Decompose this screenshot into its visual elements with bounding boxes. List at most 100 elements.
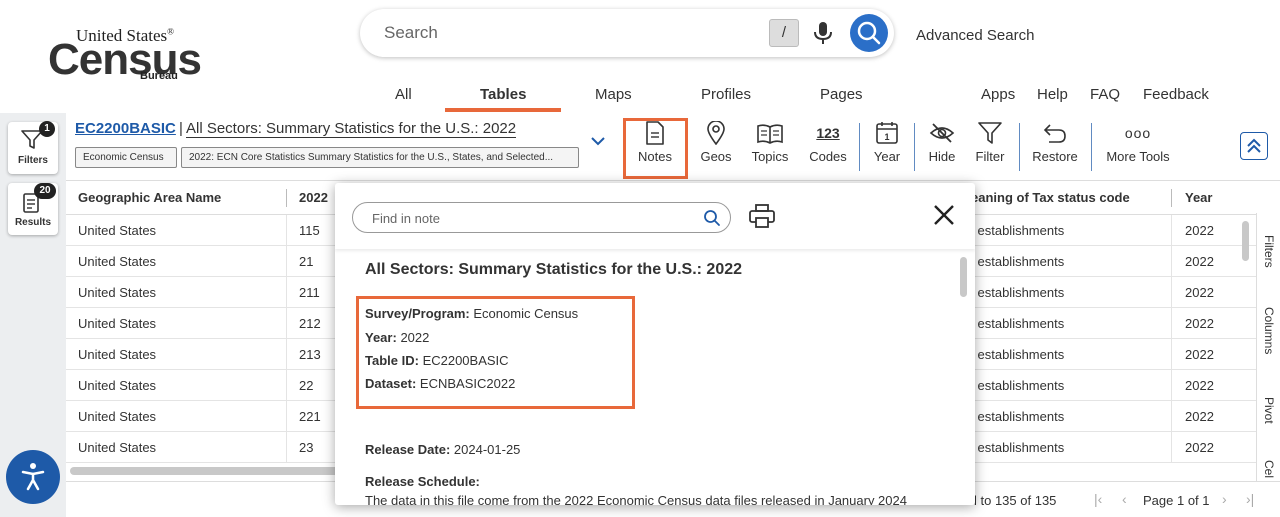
- side-tab-filters[interactable]: Filters: [1262, 235, 1276, 268]
- search-icon[interactable]: [703, 209, 721, 227]
- search-input[interactable]: [384, 21, 754, 45]
- column-resize-handle[interactable]: [1171, 189, 1172, 207]
- codes-tool-button[interactable]: 123 Codes: [806, 121, 850, 173]
- table-cell: l establishments: [971, 347, 1065, 362]
- next-page-icon[interactable]: ›: [1222, 491, 1227, 507]
- column-header-tax-status[interactable]: eaning of Tax status code: [971, 181, 1166, 215]
- note-title: All Sectors: Summary Statistics for the …: [365, 261, 743, 278]
- microphone-icon[interactable]: [812, 21, 834, 45]
- map-pin-icon: [707, 121, 725, 145]
- side-tab-pivot[interactable]: Pivot: [1262, 397, 1276, 424]
- print-icon[interactable]: [749, 204, 775, 228]
- column-divider: [1171, 432, 1172, 463]
- table-cell: United States: [78, 440, 157, 455]
- table-cell: l establishments: [971, 378, 1065, 393]
- horizontal-scrollbar[interactable]: [70, 467, 340, 475]
- nav-faq[interactable]: FAQ: [1090, 86, 1120, 103]
- table-cell: l establishments: [971, 285, 1065, 300]
- advanced-search-link[interactable]: Advanced Search: [916, 27, 1034, 44]
- chevron-double-up-icon: [1247, 138, 1261, 153]
- filters-rail-button[interactable]: 1 Filters: [8, 121, 58, 174]
- more-tools-button[interactable]: ooo More Tools: [1102, 121, 1174, 173]
- nav-maps[interactable]: Maps: [595, 86, 632, 103]
- nav-all[interactable]: All: [395, 86, 412, 103]
- close-icon[interactable]: [933, 204, 955, 226]
- note-release-schedule-label: Release Schedule:: [365, 474, 480, 489]
- site-header: United States® Census Bureau / Advanced …: [0, 0, 1280, 113]
- row-range-text: l to 135 of 135: [974, 493, 1057, 508]
- notes-dialog-header: [335, 183, 975, 249]
- filters-rail-label: Filters: [17, 155, 48, 166]
- dataset-chip[interactable]: 2022: ECN Core Statistics Summary Statis…: [181, 147, 579, 168]
- topics-tool-button[interactable]: Topics: [748, 121, 792, 173]
- nav-tables[interactable]: Tables: [480, 86, 526, 103]
- program-chip[interactable]: Economic Census: [75, 147, 177, 168]
- search-icon: [857, 21, 881, 45]
- calendar-icon: 1: [876, 122, 898, 144]
- first-page-icon[interactable]: |‹: [1094, 491, 1102, 507]
- filters-count-badge: 1: [39, 121, 55, 137]
- page-indicator: Page 1 of 1: [1143, 493, 1210, 508]
- codes-icon: 123: [816, 125, 840, 141]
- column-header-year[interactable]: Year: [1185, 181, 1235, 215]
- geos-tool-button[interactable]: Geos: [694, 121, 738, 173]
- table-cell: United States: [78, 285, 157, 300]
- restore-tool-button[interactable]: Restore: [1028, 121, 1082, 173]
- nav-help[interactable]: Help: [1037, 86, 1068, 103]
- topics-tool-label: Topics: [751, 149, 789, 164]
- column-divider: [1171, 277, 1172, 308]
- table-cell: United States: [78, 254, 157, 269]
- results-rail-button[interactable]: 20 Results: [8, 183, 58, 235]
- column-divider: [1171, 246, 1172, 277]
- active-tab-underline: [445, 108, 561, 112]
- column-divider: [1171, 401, 1172, 432]
- notes-highlight-box: [623, 118, 688, 179]
- search-button[interactable]: [850, 14, 888, 52]
- notes-dialog: All Sectors: Summary Statistics for the …: [335, 183, 975, 505]
- find-in-note-input[interactable]: [372, 209, 692, 227]
- table-cell: 2022: [1185, 409, 1214, 424]
- column-header-2022[interactable]: 2022: [299, 181, 339, 215]
- nav-pages[interactable]: Pages: [820, 86, 863, 103]
- vertical-scrollbar[interactable]: [1242, 221, 1249, 261]
- logo-line-3: Bureau: [140, 70, 178, 82]
- table-cell: 2022: [1185, 347, 1214, 362]
- prev-page-icon[interactable]: ‹: [1122, 491, 1127, 507]
- column-divider: [286, 339, 287, 370]
- side-tab-columns[interactable]: Columns: [1262, 307, 1276, 354]
- filter-tool-button[interactable]: Filter: [970, 121, 1010, 173]
- nav-apps[interactable]: Apps: [981, 86, 1015, 103]
- column-divider: [286, 215, 287, 246]
- table-id-link[interactable]: EC2200BASIC: [75, 120, 176, 137]
- last-page-icon[interactable]: ›|: [1246, 491, 1254, 507]
- nav-profiles[interactable]: Profiles: [701, 86, 751, 103]
- results-count-badge: 20: [34, 183, 56, 199]
- side-tab-cell[interactable]: Cel: [1262, 460, 1276, 478]
- eye-slash-icon: [929, 123, 955, 143]
- column-header-geo[interactable]: Geographic Area Name: [78, 190, 221, 205]
- restore-tool-label: Restore: [1032, 149, 1078, 164]
- filter-tool-label: Filter: [975, 149, 1005, 164]
- table-cell: 2022: [1185, 440, 1214, 455]
- notes-scrollbar[interactable]: [960, 257, 967, 297]
- collapse-toolbar-button[interactable]: [1240, 132, 1268, 160]
- column-resize-handle[interactable]: [286, 189, 287, 207]
- table-cell: 2022: [1185, 254, 1214, 269]
- nav-feedback[interactable]: Feedback: [1143, 86, 1209, 103]
- accessibility-button[interactable]: [6, 450, 60, 504]
- census-logo[interactable]: United States® Census Bureau: [48, 26, 202, 86]
- year-tool-button[interactable]: 1 Year: [868, 121, 906, 173]
- book-icon: [757, 124, 783, 144]
- chevron-down-icon[interactable]: [590, 135, 606, 147]
- geos-tool-label: Geos: [700, 149, 732, 164]
- side-panel-tabs: Filters Columns Pivot Cel: [1256, 213, 1280, 481]
- undo-icon: [1043, 124, 1066, 143]
- table-cell: 2022: [1185, 285, 1214, 300]
- funnel-icon: [978, 122, 1002, 144]
- more-tools-label: More Tools: [1106, 149, 1170, 164]
- hide-tool-label: Hide: [928, 149, 956, 164]
- hide-tool-button[interactable]: Hide: [922, 121, 962, 173]
- find-in-note-box: [352, 202, 731, 233]
- column-divider: [286, 246, 287, 277]
- column-divider: [286, 370, 287, 401]
